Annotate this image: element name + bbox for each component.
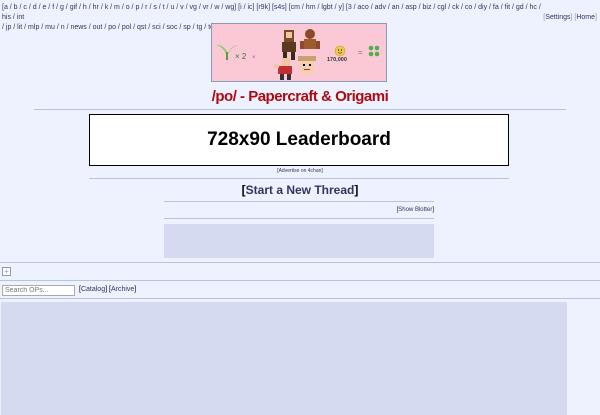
board-links-line-1[interactable]: [a / b / c / d / e / f / g / gif / h / h… (2, 4, 541, 21)
pixel-character-icon (282, 30, 296, 60)
pixel-face-icon (298, 56, 316, 74)
svg-text:×: × (252, 55, 256, 61)
banner-times-text: × 2 (235, 52, 247, 61)
pixel-fighter-icon (274, 58, 292, 80)
divider (164, 201, 434, 202)
board-banner[interactable]: × 2 × 170,000 = (211, 23, 387, 82)
search-ops-input[interactable] (2, 285, 75, 296)
show-blotter-link[interactable]: Show Blotter (398, 207, 432, 213)
clover-icon (368, 45, 380, 57)
divider (164, 218, 434, 219)
thread-area (1, 302, 567, 415)
ad-box (164, 224, 434, 258)
catalog-archive-links: [Catalog] [Archive] (79, 286, 137, 293)
smiley-coin-icon (334, 45, 346, 57)
board-title: /po/ - Papercraft & Origami (211, 88, 389, 105)
blotter-toggle: [Show Blotter] (396, 207, 434, 213)
leaderboard-text: 728x90 Leaderboard (207, 129, 391, 150)
divider (89, 178, 509, 179)
settings-link[interactable]: Settings (545, 14, 570, 21)
divider (0, 298, 600, 299)
banner-image: × 2 × 170,000 = (216, 29, 380, 80)
advertise-text[interactable]: [Advertise on 4chan] (277, 168, 323, 174)
catalog-link[interactable]: Catalog (81, 286, 105, 293)
archive-link[interactable]: Archive (111, 286, 134, 293)
divider (34, 109, 566, 110)
advertise-link[interactable]: [Advertise on 4chan] (0, 168, 600, 174)
leaderboard-ad[interactable]: 728x90 Leaderboard (89, 114, 509, 166)
divider (0, 262, 600, 263)
banner-score-text: 170,000 (327, 57, 347, 63)
banner-equals-text: = (358, 48, 363, 57)
home-link[interactable]: Home (576, 14, 595, 21)
expand-toggle-icon[interactable]: + (2, 267, 11, 276)
start-new-thread-link[interactable]: Start a New Thread (246, 183, 355, 197)
pixel-monkey-icon (300, 29, 320, 49)
new-thread-toggle: [Start a New Thread] (241, 183, 359, 197)
divider (0, 280, 600, 281)
nav-right: [Settings] [Home] (543, 14, 597, 21)
